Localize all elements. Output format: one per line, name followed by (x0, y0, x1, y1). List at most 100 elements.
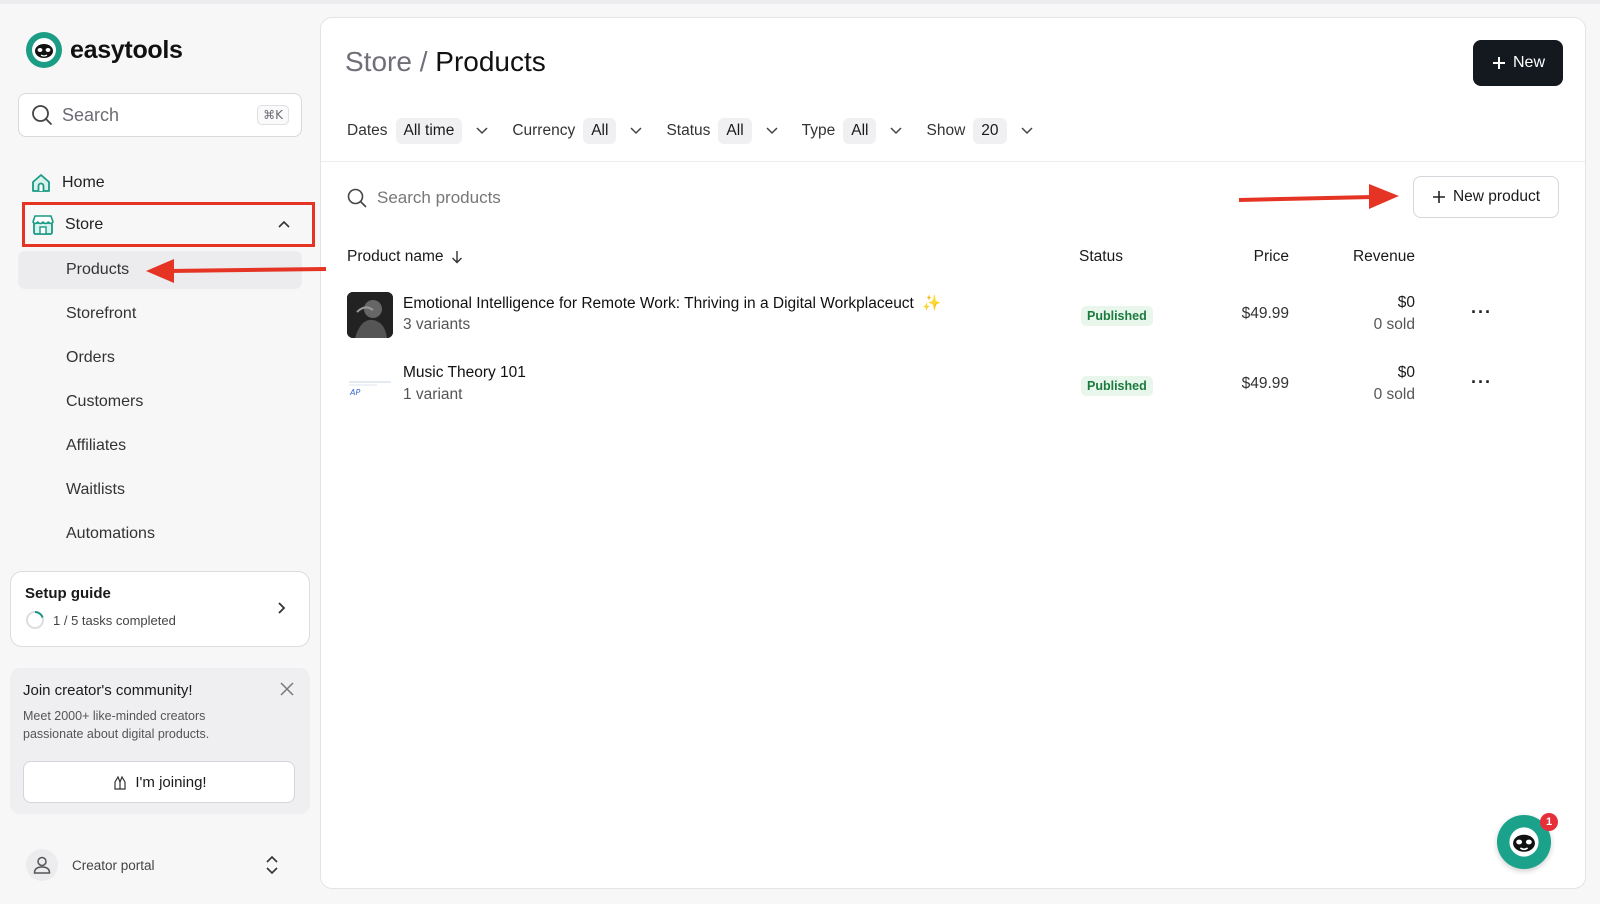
column-header-price[interactable]: Price (1254, 248, 1289, 266)
hands-icon (114, 775, 126, 790)
home-icon (32, 174, 50, 192)
column-header-product-name[interactable]: Product name (347, 248, 464, 266)
sidebar-item-automations[interactable]: Automations (18, 515, 302, 553)
filter-bar: Dates All time Currency All Status All T… (347, 118, 1057, 144)
setup-guide-card[interactable]: Setup guide 1 / 5 tasks completed (10, 571, 310, 647)
filter-currency[interactable]: Currency All (512, 118, 644, 144)
filter-label: Show (926, 122, 966, 139)
sloth-chat-icon (1509, 827, 1539, 857)
product-name[interactable]: Music Theory 101 (403, 364, 526, 382)
sloth-logo-icon (26, 32, 62, 68)
product-search-placeholder: Search products (377, 188, 501, 207)
sidebar-item-orders[interactable]: Orders (18, 339, 302, 377)
filter-show[interactable]: Show 20 (926, 118, 1034, 144)
annotation-arrow-products (146, 259, 327, 283)
breadcrumb-store[interactable]: Store (345, 46, 412, 77)
column-header-status[interactable]: Status (1079, 248, 1123, 266)
product-name-text: Emotional Intelligence for Remote Work: … (403, 295, 914, 312)
arrow-down-icon (451, 251, 462, 264)
join-community-button[interactable]: I'm joining! (23, 761, 295, 803)
search-icon (347, 188, 367, 208)
notification-badge: 1 (1540, 813, 1558, 831)
sidebar-item-customers[interactable]: Customers (18, 383, 302, 421)
column-header-label: Product name (347, 248, 444, 265)
table-row[interactable]: Emotional Intelligence for Remote Work: … (321, 286, 1585, 346)
product-revenue: $0 (1397, 294, 1415, 311)
product-price: $49.99 (1241, 375, 1289, 392)
brand-name: easytools (70, 35, 183, 64)
search-icon (32, 105, 52, 125)
sidebar-item-storefront[interactable]: Storefront (18, 295, 302, 333)
product-revenue: $0 (1397, 364, 1415, 381)
page-title: Store / Products (345, 46, 546, 78)
sidebar-item-label: Products (66, 261, 130, 278)
more-options-icon[interactable]: ··· (1471, 372, 1492, 393)
brand[interactable]: easytools (26, 32, 183, 68)
new-product-label: New product (1452, 188, 1540, 205)
sidebar-item-home-label: Home (62, 174, 105, 191)
sidebar-item-affiliates[interactable]: Affiliates (18, 427, 302, 465)
new-button[interactable]: New (1473, 40, 1563, 86)
product-thumbnail (347, 292, 393, 338)
product-sold: 0 sold (1373, 386, 1415, 403)
chevron-down-icon (476, 127, 488, 135)
filter-dates[interactable]: Dates All time (347, 118, 490, 144)
product-name[interactable]: Emotional Intelligence for Remote Work: … (403, 294, 942, 313)
filter-value: 20 (973, 118, 1007, 144)
setup-guide-title: Setup guide (25, 585, 111, 602)
search-placeholder: Search (62, 104, 120, 125)
sparkles-icon: ✨ (922, 295, 942, 312)
sidebar-item-label: Affiliates (66, 437, 127, 454)
product-search-input[interactable]: Search products (347, 188, 501, 208)
sidebar: easytools Search ⌘K Home Store Products … (0, 4, 320, 904)
filter-label: Status (666, 122, 711, 139)
sidebar-item-label: Orders (66, 349, 115, 366)
annotation-arrow-new-product (1238, 184, 1399, 209)
filter-value: All (583, 118, 617, 144)
filter-type[interactable]: Type All (802, 118, 905, 144)
filter-label: Type (801, 122, 836, 139)
filter-value: All (718, 118, 752, 144)
shortcut-badge: ⌘K (257, 105, 289, 125)
status-badge: Published (1081, 376, 1153, 396)
setup-guide-progress: 1 / 5 tasks completed (53, 612, 176, 628)
filter-label: Currency (512, 122, 576, 139)
filter-label: Dates (347, 122, 388, 139)
join-community-label: I'm joining! (135, 773, 207, 791)
sidebar-item-store[interactable]: Store (22, 202, 315, 247)
plus-icon (1492, 57, 1505, 69)
filter-value: All (843, 118, 877, 144)
creator-portal-switcher[interactable]: Creator portal (18, 843, 302, 887)
new-button-label: New (1512, 54, 1545, 71)
new-product-button[interactable]: New product (1413, 176, 1559, 218)
close-icon[interactable] (278, 680, 296, 698)
chevron-up-icon[interactable] (276, 216, 292, 232)
table-row[interactable]: AP Music Theory 101 1 variant Published … (321, 356, 1585, 416)
filter-value: All time (395, 118, 463, 144)
creator-portal-label: Creator portal (72, 857, 155, 873)
sidebar-item-waitlists[interactable]: Waitlists (18, 471, 302, 509)
sidebar-item-label: Automations (66, 525, 155, 542)
main-panel: Store / Products New Dates All time Curr… (320, 17, 1586, 889)
more-options-icon[interactable]: ··· (1471, 302, 1492, 323)
sidebar-item-label: Storefront (66, 305, 137, 322)
chevron-up-down-icon (266, 855, 278, 875)
community-card: Join creator's community! Meet 2000+ lik… (10, 668, 310, 814)
progress-ring-icon (26, 611, 44, 629)
avatar (26, 849, 58, 881)
breadcrumb-current: Products (435, 46, 546, 77)
chevron-down-icon (1020, 127, 1033, 135)
sidebar-item-home[interactable]: Home (30, 172, 105, 194)
product-sold: 0 sold (1373, 316, 1415, 333)
breadcrumb-separator: / (419, 46, 428, 77)
product-variants: 3 variants (403, 316, 471, 333)
global-search-input[interactable]: Search ⌘K (18, 93, 302, 137)
store-icon (32, 214, 54, 235)
filter-status[interactable]: Status All (666, 118, 779, 144)
product-variants: 1 variant (403, 386, 463, 403)
sidebar-item-store-label: Store (65, 215, 104, 233)
status-badge: Published (1081, 306, 1153, 326)
user-icon (33, 856, 51, 874)
product-thumbnail: AP (347, 362, 393, 408)
column-header-revenue[interactable]: Revenue (1353, 248, 1415, 266)
